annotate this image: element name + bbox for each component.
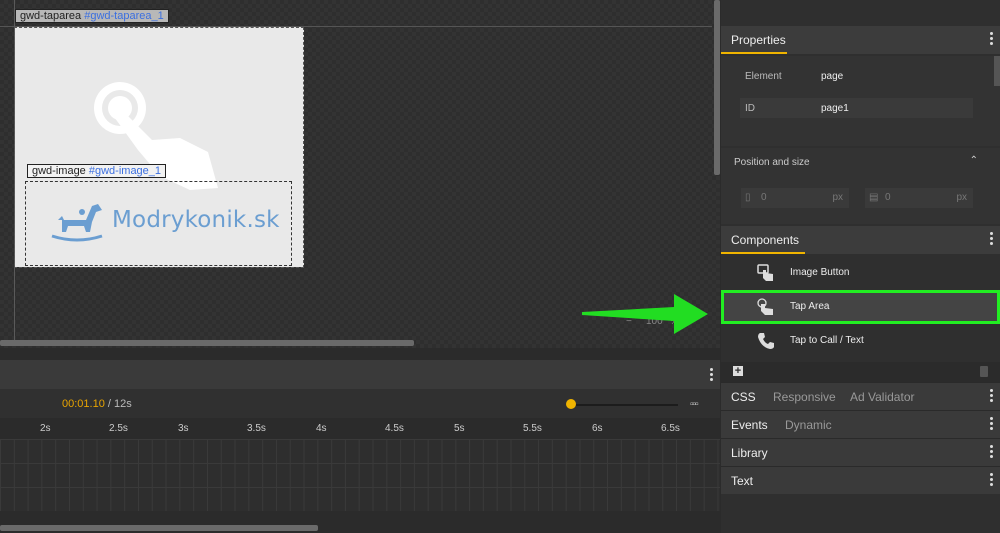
position-size-body: ▯ 0 px ▤ 0 px [721,176,1000,224]
hand-touch-icon [757,264,773,281]
properties-scrollbar[interactable] [994,56,1000,86]
timeline-tick: 4s [316,423,327,434]
left-value: 0 [761,192,767,203]
text-menu-icon[interactable] [990,473,994,486]
id-field[interactable]: ID page1 [740,98,973,118]
image-tag-name: gwd-image [32,165,86,177]
add-icon[interactable]: + [733,366,743,377]
id-label: ID [745,103,755,114]
top-value: 0 [885,192,891,203]
component-label: Tap Area [790,301,830,312]
properties-underline [721,52,787,54]
image-tag: gwd-image #gwd-image_1 [27,164,167,178]
gwd-window: Modrykonik.sk gwd-taparea #gwd-taparea_1… [0,0,1000,533]
components-menu-icon[interactable] [990,232,994,245]
tab-responsive[interactable]: Responsive [773,390,836,404]
components-title: Components [731,233,800,247]
component-image-button[interactable]: Image Button [721,256,1000,290]
timeline-zoom-slider-handle[interactable] [566,399,576,409]
green-arrow-icon [582,294,708,334]
components-underline [721,252,805,254]
timeline-tracks[interactable] [0,439,720,511]
timeline-controls: 00:01.10 / 12s ▫▫▫ [0,389,720,418]
timeline-tick: 5s [454,423,465,434]
tab-text[interactable]: Text [731,474,753,488]
timeline-zoom-slider[interactable] [568,404,678,406]
timeline-tick: 3s [178,423,189,434]
logo: Modrykonik.sk [48,198,280,242]
properties-body: Element page ID page1 [721,56,1000,146]
taparea-tag-name: gwd-taparea [20,10,82,22]
components-toolbar: + [721,362,1000,382]
css-menu-icon[interactable] [990,389,994,402]
align-left-icon: ▯ [745,192,751,203]
phone-icon [758,333,774,349]
component-tap-to-call[interactable]: Tap to Call / Text [721,324,1000,358]
hand-tap-icon [757,298,773,315]
stage-horizontal-scrollbar[interactable] [0,340,414,346]
events-tab-row: Events Dynamic [721,410,1000,438]
timeline-tick: 6.5s [661,423,680,434]
timeline-header [0,360,720,389]
align-top-icon: ▤ [869,192,879,203]
top-unit: px [956,192,967,203]
chevron-up-icon[interactable]: ⌃ [970,155,978,166]
library-menu-icon[interactable] [990,445,994,458]
timeline-menu-icon[interactable] [710,368,714,381]
timeline-tick: 2s [40,423,51,434]
image-tag-id: #gwd-image_1 [88,165,162,177]
trash-icon[interactable] [980,366,988,377]
timeline-horizontal-scrollbar[interactable] [0,525,318,531]
css-tab-row: CSS Responsive Ad Validator [721,382,1000,410]
timeline-fit-icon[interactable]: ▫▫▫ [690,399,699,410]
current-time: 00:01.10 [62,398,105,410]
left-field[interactable]: ▯ 0 px [741,188,849,208]
component-label: Image Button [790,267,850,278]
taparea-tag: gwd-taparea #gwd-taparea_1 [15,9,169,23]
position-size-title: Position and size [734,157,810,168]
tab-events[interactable]: Events [731,418,768,432]
logo-text: Modrykonik.sk [112,207,280,233]
events-menu-icon[interactable] [990,417,994,430]
taparea-tag-id: #gwd-taparea_1 [84,10,164,22]
properties-menu-icon[interactable] [990,32,994,45]
rocking-horse-icon [51,204,103,242]
tab-ad-validator[interactable]: Ad Validator [850,390,914,404]
total-time: / 12s [107,398,132,410]
timeline-tick: 4.5s [385,423,404,434]
timeline-time-display: 00:01.10 / 12s [62,398,132,410]
component-tap-area[interactable]: Tap Area [721,290,1000,324]
tab-dynamic[interactable]: Dynamic [785,418,832,432]
tab-library[interactable]: Library [731,446,768,460]
timeline-ruler[interactable]: 2s 2.5s 3s 3.5s 4s 4.5s 5s 5.5s 6s 6.5s [0,421,720,439]
component-label: Tap to Call / Text [790,335,864,346]
timeline-tick: 2.5s [109,423,128,434]
timeline-panel: 00:01.10 / 12s ▫▫▫ 2s 2.5s 3s 3.5s 4s 4.5s 5s 5… [0,348,720,533]
position-size-header[interactable]: Position and size ⌃ [721,148,1000,176]
stage-vertical-scrollbar[interactable] [714,0,720,175]
right-panel: Properties Element page ID page1 Positio… [721,0,1000,533]
components-list: Image Button Tap Area Tap to Call / Text [721,256,1000,361]
timeline-tick: 5.5s [523,423,542,434]
timeline-tick: 3.5s [247,423,266,434]
library-tab-row: Library [721,438,1000,466]
element-value: page [821,71,844,82]
text-tab-row: Text [721,466,1000,494]
element-label: Element [745,71,782,82]
id-value: page1 [821,103,849,114]
tab-css[interactable]: CSS [731,390,756,404]
properties-header[interactable]: Properties [721,26,1000,54]
timeline-tick: 6s [592,423,603,434]
components-header[interactable]: Components [721,226,1000,254]
top-field[interactable]: ▤ 0 px [865,188,973,208]
properties-title: Properties [731,33,786,47]
left-unit: px [832,192,843,203]
